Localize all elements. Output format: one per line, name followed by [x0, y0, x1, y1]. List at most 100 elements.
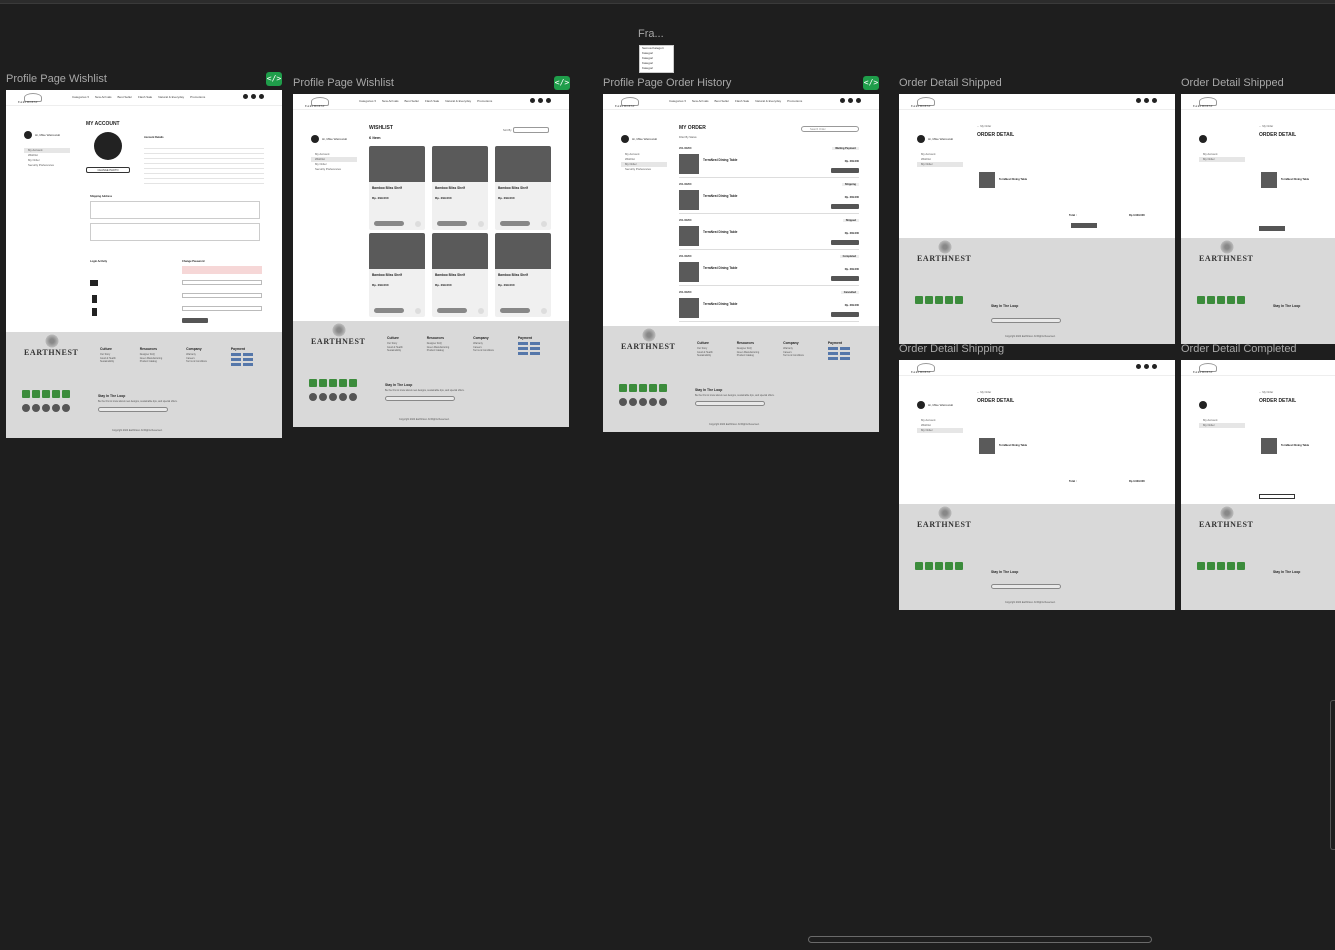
newsletter-email-input[interactable]: [98, 407, 168, 412]
order-action-button[interactable]: [831, 204, 859, 209]
order-row[interactable]: #01-00200 TerraNest Dining Table Shipped Rp…: [679, 218, 859, 250]
cart-icon[interactable]: [415, 308, 421, 314]
back-link[interactable]: ← My Order: [1259, 391, 1273, 394]
wishlist-card[interactable]: Bamboo Bliss Shelf Rp. 299.000: [369, 146, 425, 230]
newsletter-email-input[interactable]: [695, 401, 765, 406]
nav-item[interactable]: Flash Sale: [425, 99, 439, 103]
nav-item[interactable]: Flash Sale: [735, 99, 749, 103]
user-icon[interactable]: [538, 98, 543, 103]
sidebar-item[interactable]: My Order: [1199, 157, 1245, 162]
nav-item[interactable]: Categories ▾: [72, 95, 89, 99]
dev-mode-code-icon[interactable]: </>: [554, 76, 570, 90]
footer-link[interactable]: Sustainability: [697, 354, 713, 358]
frame-label[interactable]: Order Detail Completed: [1181, 343, 1297, 355]
frame-label[interactable]: Profile Page Wishlist: [293, 77, 394, 89]
sidebar-item[interactable]: My Order: [917, 162, 963, 167]
back-link[interactable]: ← My Order: [1259, 125, 1273, 128]
back-link[interactable]: ← My Order: [977, 391, 991, 394]
search-icon[interactable]: [840, 98, 845, 103]
cart-icon[interactable]: [1152, 98, 1157, 103]
newsletter-email-input[interactable]: [385, 396, 455, 401]
wishlist-card[interactable]: Bamboo Bliss Shelf Rp. 299.000: [495, 146, 551, 230]
footer-link[interactable]: Product Catalog: [427, 349, 449, 353]
order-row[interactable]: #01-00200 TerraNest Dining Table Completed…: [679, 254, 859, 286]
action-button[interactable]: [1259, 494, 1295, 499]
view-detail-button[interactable]: [374, 221, 404, 226]
cart-icon[interactable]: [856, 98, 861, 103]
nav-item[interactable]: Categories ▾: [669, 99, 686, 103]
save-password-button[interactable]: [182, 318, 208, 323]
footer-link[interactable]: Sustainability: [100, 360, 116, 364]
cart-icon[interactable]: [415, 221, 421, 227]
search-icon[interactable]: [1136, 364, 1141, 369]
frame-order-detail-shipped[interactable]: EARTHNEST Hi, Mike Wazowski My Account Wis…: [899, 94, 1175, 344]
footer-link[interactable]: Product Catalog: [737, 354, 759, 358]
nav-item[interactable]: Best Seller: [118, 95, 133, 99]
nav-item[interactable]: Best Seller: [405, 99, 420, 103]
cart-icon[interactable]: [541, 308, 547, 314]
user-icon[interactable]: [848, 98, 853, 103]
view-detail-button[interactable]: [437, 221, 467, 226]
footer-link[interactable]: Product Catalog: [140, 360, 162, 364]
cart-icon[interactable]: [259, 94, 264, 99]
sidebar-item-security[interactable]: Security Preferences: [621, 167, 667, 172]
sidebar-item-security[interactable]: Security Preferences: [24, 163, 70, 168]
nav-item[interactable]: Flash Sale: [138, 95, 152, 99]
nav-item[interactable]: Promotions: [190, 95, 205, 99]
footer-link[interactable]: Sustainability: [387, 349, 403, 353]
sidebar-item[interactable]: My Order: [917, 428, 963, 433]
frame-label[interactable]: Order Detail Shipped: [1181, 77, 1284, 89]
frame-label[interactable]: Profile Page Order History: [603, 77, 731, 89]
footer-link[interactable]: Terms & Conditions: [783, 354, 804, 358]
nav-item[interactable]: New Arrivals: [382, 99, 399, 103]
address-card[interactable]: [90, 201, 260, 219]
user-icon[interactable]: [251, 94, 256, 99]
frame-order-detail-shipping[interactable]: EARTHNEST Hi, Mike Wazowski My Account Wis…: [899, 360, 1175, 610]
nav-item[interactable]: Best Seller: [715, 99, 730, 103]
horizontal-scrollbar[interactable]: [808, 936, 1152, 943]
search-icon[interactable]: [530, 98, 535, 103]
search-order-input[interactable]: Search Order: [801, 126, 859, 132]
wishlist-card[interactable]: Bamboo Bliss Shelf Rp. 299.000: [432, 233, 488, 317]
order-row[interactable]: #01-00200 TerraNest Dining Table Shipping R…: [679, 182, 859, 214]
order-row[interactable]: #01-00200 TerraNest Dining Table Cancelled…: [679, 290, 859, 322]
password-field[interactable]: [182, 293, 262, 298]
frame-order-detail-shipped-2[interactable]: EARTHNEST My Account My Order ← My Order …: [1181, 94, 1335, 344]
sidebar-item[interactable]: My Order: [1199, 423, 1245, 428]
dev-mode-code-icon[interactable]: </>: [863, 76, 879, 90]
nav-item[interactable]: Natural & Everyday: [755, 99, 781, 103]
search-icon[interactable]: [243, 94, 248, 99]
wishlist-card[interactable]: Bamboo Bliss Shelf Rp. 299.000: [432, 146, 488, 230]
view-detail-button[interactable]: [500, 221, 530, 226]
search-icon[interactable]: [1136, 98, 1141, 103]
nav-item[interactable]: New Arrivals: [692, 99, 709, 103]
footer-link[interactable]: Terms & Conditions: [186, 360, 207, 364]
vertical-scrollbar[interactable]: [1330, 700, 1335, 850]
cart-icon[interactable]: [541, 221, 547, 227]
floating-frame-label[interactable]: Fra...: [638, 28, 664, 40]
nav-item[interactable]: New Arrivals: [95, 95, 112, 99]
cart-icon[interactable]: [546, 98, 551, 103]
frame-profile-account[interactable]: EARTHNEST Categories ▾ New Arrivals Best…: [6, 90, 282, 438]
order-action-button[interactable]: [831, 276, 859, 281]
action-button[interactable]: [1071, 223, 1097, 228]
frame-wishlist[interactable]: EARTHNEST Categories ▾ New Arrivals Best…: [293, 94, 569, 427]
newsletter-email-input[interactable]: [991, 584, 1061, 589]
newsletter-email-input[interactable]: [991, 318, 1061, 323]
cart-icon[interactable]: [478, 308, 484, 314]
sort-dropdown[interactable]: [513, 127, 549, 133]
floating-dropdown-menu[interactable]: Semua Kategori Kategori Kategori Kategor…: [639, 45, 674, 73]
action-button[interactable]: [1259, 226, 1285, 231]
frame-order-detail-completed[interactable]: EARTHNEST My Account My Order ← My Order …: [1181, 360, 1335, 610]
nav-item[interactable]: Natural & Everyday: [158, 95, 184, 99]
order-action-button[interactable]: [831, 240, 859, 245]
user-icon[interactable]: [1144, 364, 1149, 369]
dropdown-option[interactable]: Kategori: [640, 66, 673, 71]
nav-item[interactable]: Natural & Everyday: [445, 99, 471, 103]
password-field[interactable]: [182, 280, 262, 285]
account-details-fields[interactable]: [144, 144, 264, 184]
frame-label[interactable]: Order Detail Shipped: [899, 77, 1002, 89]
frame-order-history[interactable]: EARTHNEST Categories ▾ New Arrivals Best…: [603, 94, 879, 432]
change-photo-button[interactable]: CHANGE PHOTO: [86, 167, 130, 173]
view-detail-button[interactable]: [500, 308, 530, 313]
